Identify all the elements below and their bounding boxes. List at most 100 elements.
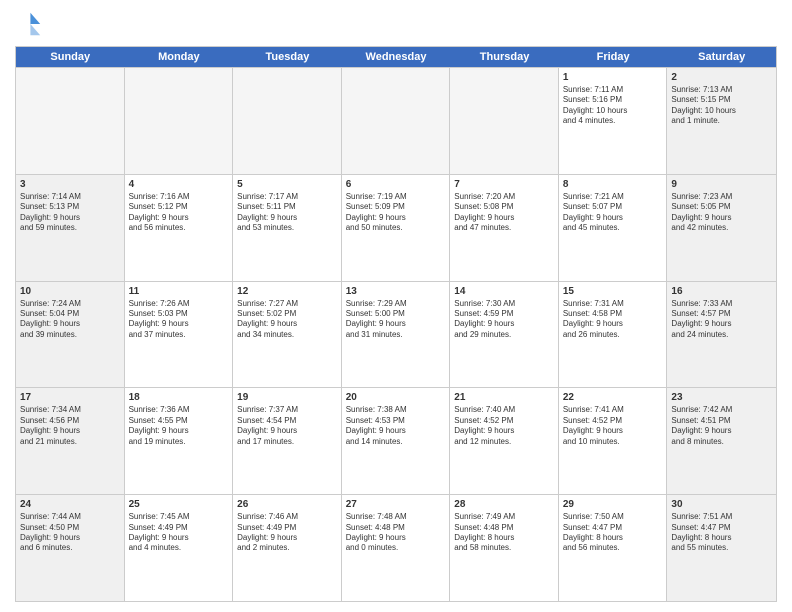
cal-row-3: 17Sunrise: 7:34 AM Sunset: 4:56 PM Dayli…: [16, 387, 776, 494]
cal-cell: 5Sunrise: 7:17 AM Sunset: 5:11 PM Daylig…: [233, 175, 342, 281]
calendar-body: 1Sunrise: 7:11 AM Sunset: 5:16 PM Daylig…: [16, 67, 776, 601]
cal-row-2: 10Sunrise: 7:24 AM Sunset: 5:04 PM Dayli…: [16, 281, 776, 388]
cell-info: Sunrise: 7:27 AM Sunset: 5:02 PM Dayligh…: [237, 299, 337, 341]
cell-info: Sunrise: 7:42 AM Sunset: 4:51 PM Dayligh…: [671, 405, 772, 447]
cell-info: Sunrise: 7:50 AM Sunset: 4:47 PM Dayligh…: [563, 512, 663, 554]
day-number: 8: [563, 178, 663, 191]
cal-row-0: 1Sunrise: 7:11 AM Sunset: 5:16 PM Daylig…: [16, 67, 776, 174]
cal-cell: 27Sunrise: 7:48 AM Sunset: 4:48 PM Dayli…: [342, 495, 451, 601]
cal-cell: [342, 68, 451, 174]
day-number: 29: [563, 498, 663, 511]
cal-row-1: 3Sunrise: 7:14 AM Sunset: 5:13 PM Daylig…: [16, 174, 776, 281]
day-number: 21: [454, 391, 554, 404]
page: SundayMondayTuesdayWednesdayThursdayFrid…: [0, 0, 792, 612]
cell-info: Sunrise: 7:24 AM Sunset: 5:04 PM Dayligh…: [20, 299, 120, 341]
day-number: 25: [129, 498, 229, 511]
day-number: 9: [671, 178, 772, 191]
weekday-header-tuesday: Tuesday: [233, 47, 342, 67]
cal-cell: 28Sunrise: 7:49 AM Sunset: 4:48 PM Dayli…: [450, 495, 559, 601]
cal-cell: 26Sunrise: 7:46 AM Sunset: 4:49 PM Dayli…: [233, 495, 342, 601]
cal-cell: 21Sunrise: 7:40 AM Sunset: 4:52 PM Dayli…: [450, 388, 559, 494]
cal-row-4: 24Sunrise: 7:44 AM Sunset: 4:50 PM Dayli…: [16, 494, 776, 601]
cell-info: Sunrise: 7:48 AM Sunset: 4:48 PM Dayligh…: [346, 512, 446, 554]
cal-cell: 2Sunrise: 7:13 AM Sunset: 5:15 PM Daylig…: [667, 68, 776, 174]
cell-info: Sunrise: 7:13 AM Sunset: 5:15 PM Dayligh…: [671, 85, 772, 127]
cell-info: Sunrise: 7:16 AM Sunset: 5:12 PM Dayligh…: [129, 192, 229, 234]
weekday-header-monday: Monday: [125, 47, 234, 67]
cal-cell: 18Sunrise: 7:36 AM Sunset: 4:55 PM Dayli…: [125, 388, 234, 494]
cell-info: Sunrise: 7:36 AM Sunset: 4:55 PM Dayligh…: [129, 405, 229, 447]
weekday-header-thursday: Thursday: [450, 47, 559, 67]
day-number: 2: [671, 71, 772, 84]
cal-cell: 1Sunrise: 7:11 AM Sunset: 5:16 PM Daylig…: [559, 68, 668, 174]
cal-cell: 10Sunrise: 7:24 AM Sunset: 5:04 PM Dayli…: [16, 282, 125, 388]
day-number: 6: [346, 178, 446, 191]
day-number: 14: [454, 285, 554, 298]
cal-cell: 23Sunrise: 7:42 AM Sunset: 4:51 PM Dayli…: [667, 388, 776, 494]
day-number: 17: [20, 391, 120, 404]
cell-info: Sunrise: 7:34 AM Sunset: 4:56 PM Dayligh…: [20, 405, 120, 447]
cell-info: Sunrise: 7:31 AM Sunset: 4:58 PM Dayligh…: [563, 299, 663, 341]
cal-cell: 12Sunrise: 7:27 AM Sunset: 5:02 PM Dayli…: [233, 282, 342, 388]
cal-cell: 14Sunrise: 7:30 AM Sunset: 4:59 PM Dayli…: [450, 282, 559, 388]
weekday-header-saturday: Saturday: [667, 47, 776, 67]
cell-info: Sunrise: 7:38 AM Sunset: 4:53 PM Dayligh…: [346, 405, 446, 447]
cell-info: Sunrise: 7:20 AM Sunset: 5:08 PM Dayligh…: [454, 192, 554, 234]
day-number: 28: [454, 498, 554, 511]
cell-info: Sunrise: 7:30 AM Sunset: 4:59 PM Dayligh…: [454, 299, 554, 341]
cal-cell: 25Sunrise: 7:45 AM Sunset: 4:49 PM Dayli…: [125, 495, 234, 601]
cell-info: Sunrise: 7:45 AM Sunset: 4:49 PM Dayligh…: [129, 512, 229, 554]
cal-cell: 20Sunrise: 7:38 AM Sunset: 4:53 PM Dayli…: [342, 388, 451, 494]
day-number: 27: [346, 498, 446, 511]
cal-cell: 16Sunrise: 7:33 AM Sunset: 4:57 PM Dayli…: [667, 282, 776, 388]
cell-info: Sunrise: 7:46 AM Sunset: 4:49 PM Dayligh…: [237, 512, 337, 554]
cell-info: Sunrise: 7:37 AM Sunset: 4:54 PM Dayligh…: [237, 405, 337, 447]
cal-cell: 6Sunrise: 7:19 AM Sunset: 5:09 PM Daylig…: [342, 175, 451, 281]
cell-info: Sunrise: 7:14 AM Sunset: 5:13 PM Dayligh…: [20, 192, 120, 234]
day-number: 19: [237, 391, 337, 404]
cell-info: Sunrise: 7:29 AM Sunset: 5:00 PM Dayligh…: [346, 299, 446, 341]
day-number: 18: [129, 391, 229, 404]
cell-info: Sunrise: 7:49 AM Sunset: 4:48 PM Dayligh…: [454, 512, 554, 554]
day-number: 30: [671, 498, 772, 511]
cell-info: Sunrise: 7:23 AM Sunset: 5:05 PM Dayligh…: [671, 192, 772, 234]
cal-cell: [450, 68, 559, 174]
day-number: 1: [563, 71, 663, 84]
day-number: 13: [346, 285, 446, 298]
weekday-header-wednesday: Wednesday: [342, 47, 451, 67]
cell-info: Sunrise: 7:11 AM Sunset: 5:16 PM Dayligh…: [563, 85, 663, 127]
calendar-header: SundayMondayTuesdayWednesdayThursdayFrid…: [16, 47, 776, 67]
day-number: 12: [237, 285, 337, 298]
day-number: 22: [563, 391, 663, 404]
day-number: 10: [20, 285, 120, 298]
cal-cell: 11Sunrise: 7:26 AM Sunset: 5:03 PM Dayli…: [125, 282, 234, 388]
day-number: 7: [454, 178, 554, 191]
cal-cell: 8Sunrise: 7:21 AM Sunset: 5:07 PM Daylig…: [559, 175, 668, 281]
weekday-header-sunday: Sunday: [16, 47, 125, 67]
weekday-header-friday: Friday: [559, 47, 668, 67]
day-number: 20: [346, 391, 446, 404]
cal-cell: [16, 68, 125, 174]
cal-cell: 9Sunrise: 7:23 AM Sunset: 5:05 PM Daylig…: [667, 175, 776, 281]
cell-info: Sunrise: 7:21 AM Sunset: 5:07 PM Dayligh…: [563, 192, 663, 234]
cell-info: Sunrise: 7:51 AM Sunset: 4:47 PM Dayligh…: [671, 512, 772, 554]
cell-info: Sunrise: 7:17 AM Sunset: 5:11 PM Dayligh…: [237, 192, 337, 234]
cell-info: Sunrise: 7:40 AM Sunset: 4:52 PM Dayligh…: [454, 405, 554, 447]
calendar: SundayMondayTuesdayWednesdayThursdayFrid…: [15, 46, 777, 602]
cal-cell: 19Sunrise: 7:37 AM Sunset: 4:54 PM Dayli…: [233, 388, 342, 494]
day-number: 16: [671, 285, 772, 298]
cell-info: Sunrise: 7:41 AM Sunset: 4:52 PM Dayligh…: [563, 405, 663, 447]
cell-info: Sunrise: 7:26 AM Sunset: 5:03 PM Dayligh…: [129, 299, 229, 341]
logo-icon: [15, 10, 43, 38]
cal-cell: 22Sunrise: 7:41 AM Sunset: 4:52 PM Dayli…: [559, 388, 668, 494]
day-number: 26: [237, 498, 337, 511]
cal-cell: 15Sunrise: 7:31 AM Sunset: 4:58 PM Dayli…: [559, 282, 668, 388]
cal-cell: [233, 68, 342, 174]
day-number: 15: [563, 285, 663, 298]
day-number: 11: [129, 285, 229, 298]
cal-cell: 4Sunrise: 7:16 AM Sunset: 5:12 PM Daylig…: [125, 175, 234, 281]
cal-cell: 17Sunrise: 7:34 AM Sunset: 4:56 PM Dayli…: [16, 388, 125, 494]
cal-cell: 30Sunrise: 7:51 AM Sunset: 4:47 PM Dayli…: [667, 495, 776, 601]
day-number: 3: [20, 178, 120, 191]
cal-cell: 7Sunrise: 7:20 AM Sunset: 5:08 PM Daylig…: [450, 175, 559, 281]
